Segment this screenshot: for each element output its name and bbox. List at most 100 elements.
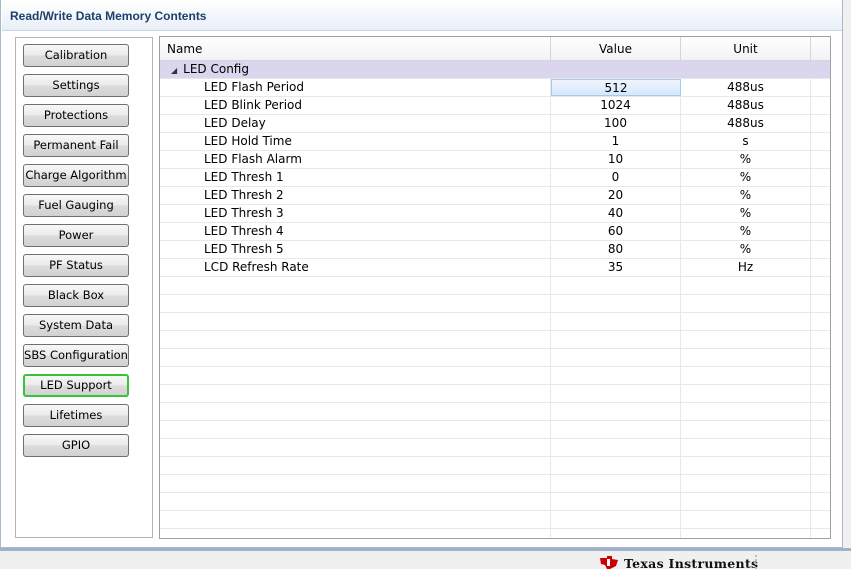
filler-cell	[811, 439, 830, 456]
nav-button-black-box[interactable]: Black Box	[23, 284, 129, 307]
empty-row	[160, 529, 830, 538]
name-cell: LED Thresh 5	[160, 241, 551, 258]
filler-cell	[811, 349, 830, 366]
filler-cell	[811, 259, 830, 276]
filler-cell	[811, 151, 830, 168]
unit-cell: %	[681, 241, 811, 258]
unit-cell: s	[681, 133, 811, 150]
nav-button-permanent-fail[interactable]: Permanent Fail	[23, 134, 129, 157]
value-cell	[551, 493, 681, 510]
table-row[interactable]: LED Blink Period 1024 488us	[160, 97, 830, 115]
filler-cell	[811, 511, 830, 528]
filler-cell	[811, 205, 830, 222]
column-header-filler	[811, 37, 830, 61]
unit-cell: Hz	[681, 259, 811, 276]
nav-button-system-data[interactable]: System Data	[23, 314, 129, 337]
name-cell: LCD Refresh Rate	[160, 259, 551, 276]
filler-cell	[811, 493, 830, 510]
value-cell	[551, 277, 681, 294]
table-row[interactable]: LED Thresh 1 0%	[160, 169, 830, 187]
table-row[interactable]: LED Flash Period 512 488us	[160, 79, 830, 97]
value-cell[interactable]: 10	[551, 151, 681, 168]
nav-button-gpio[interactable]: GPIO	[23, 434, 129, 457]
name-cell	[160, 295, 551, 312]
value-cell[interactable]: 35	[551, 259, 681, 276]
nav-button-power[interactable]: Power	[23, 224, 129, 247]
table-row[interactable]: LED Thresh 4 60%	[160, 223, 830, 241]
nav-button-lifetimes[interactable]: Lifetimes	[23, 404, 129, 427]
empty-row	[160, 349, 830, 367]
unit-cell: 488us	[681, 79, 811, 96]
value-cell	[551, 439, 681, 456]
nav-button-led-support[interactable]: LED Support	[23, 374, 129, 397]
filler-cell	[811, 79, 830, 96]
unit-cell	[681, 529, 811, 538]
filler-cell	[811, 367, 830, 384]
name-cell	[160, 529, 551, 538]
value-cell[interactable]: 1024	[551, 97, 681, 114]
table-row[interactable]: LED Delay 100 488us	[160, 115, 830, 133]
name-cell: LED Thresh 2	[160, 187, 551, 204]
filler-cell	[811, 331, 830, 348]
value-cell[interactable]: 80	[551, 241, 681, 258]
name-cell	[160, 313, 551, 330]
value-cell	[551, 529, 681, 538]
nav-button-sbs-configuration[interactable]: SBS Configuration	[23, 344, 129, 367]
nav-button-calibration[interactable]: Calibration	[23, 44, 129, 67]
value-cell[interactable]: 20	[551, 187, 681, 204]
group-row-led-config[interactable]: ◢ LED Config	[160, 61, 830, 79]
filler-cell	[811, 241, 830, 258]
filler-cell	[811, 421, 830, 438]
value-cell	[551, 403, 681, 420]
table-row[interactable]: LED Thresh 2 20%	[160, 187, 830, 205]
name-cell	[160, 385, 551, 402]
value-cell	[551, 349, 681, 366]
column-header-name[interactable]: Name	[160, 37, 551, 61]
filler-cell	[811, 313, 830, 330]
unit-cell	[681, 331, 811, 348]
table-row[interactable]: LCD Refresh Rate 35 Hz	[160, 259, 830, 277]
empty-row	[160, 475, 830, 493]
value-cell	[551, 295, 681, 312]
value-cell	[551, 331, 681, 348]
name-cell	[160, 403, 551, 420]
empty-row	[160, 403, 830, 421]
nav-button-settings[interactable]: Settings	[23, 74, 129, 97]
column-header-unit[interactable]: Unit	[681, 37, 811, 61]
collapse-triangle-icon[interactable]: ◢	[171, 66, 177, 75]
filler-cell	[811, 187, 830, 204]
column-header-value[interactable]: Value	[551, 37, 681, 61]
empty-row	[160, 385, 830, 403]
unit-cell	[681, 493, 811, 510]
table-row[interactable]: LED Hold Time 1 s	[160, 133, 830, 151]
name-cell	[160, 349, 551, 366]
empty-row	[160, 295, 830, 313]
table-row[interactable]: LED Flash Alarm 10%	[160, 151, 830, 169]
filler-cell	[811, 529, 830, 538]
value-cell[interactable]: 512	[551, 79, 681, 96]
value-cell[interactable]: 40	[551, 205, 681, 222]
nav-button-protections[interactable]: Protections	[23, 104, 129, 127]
value-cell[interactable]: 60	[551, 223, 681, 240]
name-cell: LED Delay	[160, 115, 551, 132]
value-cell[interactable]: 1	[551, 133, 681, 150]
value-cell	[551, 511, 681, 528]
name-cell: LED Flash Period	[160, 79, 551, 96]
table-row[interactable]: LED Thresh 3 40%	[160, 205, 830, 223]
empty-row	[160, 421, 830, 439]
nav-button-pf-status[interactable]: PF Status	[23, 254, 129, 277]
unit-cell	[681, 439, 811, 456]
value-cell[interactable]: 100	[551, 115, 681, 132]
panel-bottom-border	[0, 548, 851, 551]
nav-button-fuel-gauging[interactable]: Fuel Gauging	[23, 194, 129, 217]
nav-button-charge-algorithm[interactable]: Charge Algorithm	[23, 164, 129, 187]
value-cell[interactable]: 0	[551, 169, 681, 186]
name-cell: LED Thresh 3	[160, 205, 551, 222]
name-cell: LED Thresh 1	[160, 169, 551, 186]
filler-cell	[811, 277, 830, 294]
unit-cell	[681, 511, 811, 528]
name-cell: LED Thresh 4	[160, 223, 551, 240]
table-row[interactable]: LED Thresh 5 80%	[160, 241, 830, 259]
name-cell	[160, 511, 551, 528]
unit-cell: %	[681, 223, 811, 240]
